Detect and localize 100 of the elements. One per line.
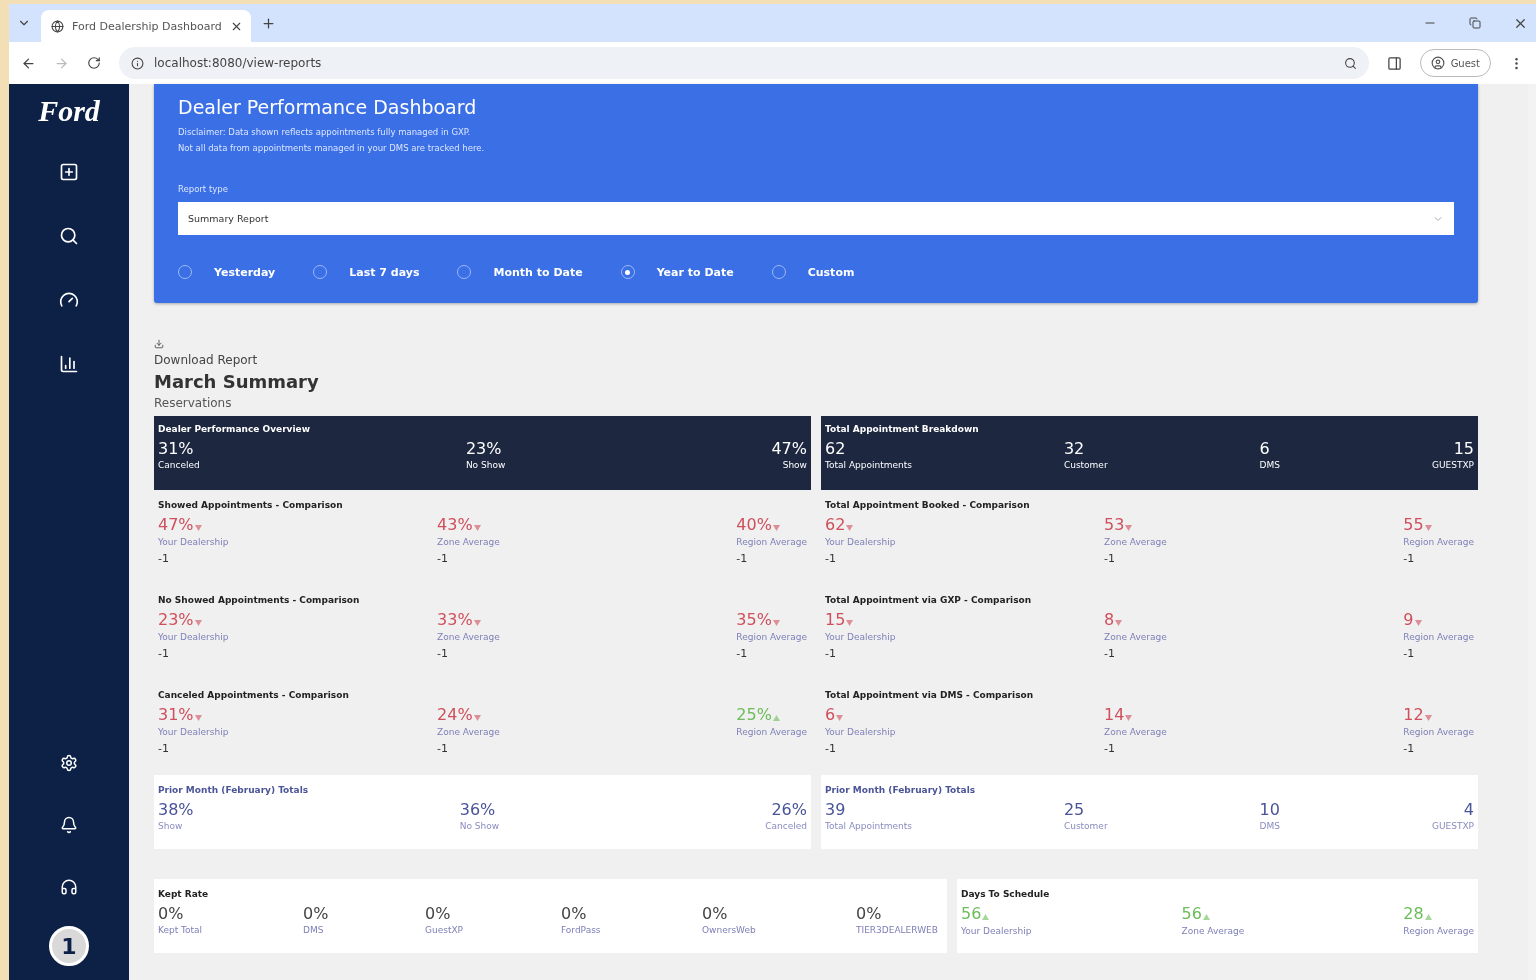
search-icon[interactable] (1343, 56, 1357, 70)
comparison-label: Your Dealership (158, 727, 230, 737)
delta-value: -1 (437, 552, 450, 565)
card-title: Kept Rate (158, 889, 210, 899)
back-icon[interactable] (21, 55, 36, 71)
comparison-label: Region Average (736, 537, 807, 547)
delta-value: -1 (1104, 552, 1117, 565)
bar-chart-icon[interactable] (59, 354, 79, 374)
stat-value: 10 (1259, 800, 1280, 819)
add-icon[interactable] (59, 162, 79, 182)
comparison-value: 43% (437, 515, 473, 534)
days-label: Zone Average (1181, 926, 1246, 936)
settings-icon[interactable] (60, 754, 78, 772)
stat-value: 0% (425, 904, 451, 923)
stat-label: Customer (1063, 821, 1108, 831)
comparison-label: Your Dealership (825, 632, 897, 642)
url-text: localhost:8080/view-reports (154, 56, 323, 70)
date-range-radio[interactable]: Last 7 days (313, 265, 420, 279)
days-label: Region Average (1403, 926, 1474, 936)
comparison-title: Canceled Appointments - Comparison (158, 690, 350, 700)
stat-value: 0% (158, 904, 184, 923)
stat-value: 0% (856, 904, 882, 923)
stat-value: 39 (825, 800, 846, 819)
comparison-label: Your Dealership (825, 727, 897, 737)
comparison-value: 35% (736, 610, 772, 629)
browser-tab[interactable]: Ford Dealership Dashboard (41, 10, 251, 42)
stat-value: 36% (459, 800, 496, 819)
address-bar[interactable]: localhost:8080/view-reports (119, 47, 1369, 79)
delta-value: -1 (825, 742, 837, 755)
card-title: Prior Month (February) Totals (158, 785, 310, 795)
comparison-value: 6 (825, 705, 836, 724)
date-range-radio[interactable]: Yesterday (178, 265, 276, 279)
date-range-radio[interactable]: Custom (771, 265, 855, 279)
comparison-title: No Showed Appointments - Comparison (158, 595, 361, 605)
delta-value: -1 (1104, 742, 1117, 755)
stat-value: 0% (303, 904, 329, 923)
delta-value: -1 (1403, 647, 1416, 660)
comparison-value: 47% (158, 515, 194, 534)
bell-icon[interactable] (60, 816, 78, 834)
stat-value: 62 (825, 439, 846, 458)
stat-label: No Show (465, 460, 506, 470)
stat-label: DMS (303, 925, 324, 935)
comparison-value: 14 (1104, 705, 1125, 724)
comparison-title: Total Appointment via GXP - Comparison (825, 595, 1033, 605)
avatar[interactable]: 1 (49, 926, 89, 966)
stat-value: 31% (158, 439, 194, 458)
reload-icon[interactable] (87, 56, 101, 70)
stat-value: 26% (771, 800, 807, 819)
stat-value: 38% (158, 800, 194, 819)
delta-value: -1 (736, 647, 749, 660)
globe-icon (51, 19, 64, 33)
delta-value: -1 (736, 552, 749, 565)
comparison-title: Total Appointment via DMS - Comparison (825, 690, 1035, 700)
comparison-label: Region Average (1403, 632, 1474, 642)
tab-title: Ford Dealership Dashboard (72, 19, 222, 33)
stat-label: Show (782, 460, 807, 470)
card-title: Prior Month (February) Totals (825, 785, 977, 795)
days-value: 56 (961, 904, 982, 923)
delta-value: -1 (158, 742, 170, 755)
date-range-radio[interactable]: Year to Date (620, 265, 734, 279)
date-range-radio[interactable]: Month to Date (457, 265, 583, 279)
comparison-value: 53 (1104, 515, 1125, 534)
headset-icon[interactable] (60, 878, 78, 896)
comparison-label: Zone Average (1104, 632, 1168, 642)
days-label: Your Dealership (961, 926, 1033, 936)
comparison-value: 9 (1403, 610, 1414, 629)
stat-label: TIER3DEALERWEB (856, 925, 938, 935)
comparison-value: 15 (825, 610, 846, 629)
comparison-label: Zone Average (437, 727, 501, 737)
profile-button[interactable]: Guest (1419, 49, 1491, 77)
comparison-value: 62 (825, 515, 846, 534)
comparison-value: 31% (158, 705, 194, 724)
report-type-select[interactable]: Summary Report (178, 202, 1454, 235)
comparison-value: 25% (736, 705, 772, 724)
download-link[interactable]: Download Report (154, 353, 258, 367)
new-tab-icon[interactable] (261, 15, 276, 31)
comparison-value: 23% (158, 610, 194, 629)
side-panel-icon[interactable] (1386, 55, 1402, 71)
days-value: 56 (1181, 904, 1202, 923)
comparison-label: Region Average (1403, 537, 1474, 547)
comparison-value: 12 (1403, 705, 1424, 724)
stat-label: FordPass (561, 925, 601, 935)
dashboard-title: Dealer Performance Dashboard (178, 96, 478, 118)
gauge-icon[interactable] (59, 290, 79, 310)
restore-icon[interactable] (1469, 17, 1481, 29)
delta-value: -1 (158, 647, 170, 660)
logo: Ford (38, 94, 100, 128)
comparison-label: Zone Average (1104, 537, 1168, 547)
comparison-title: Total Appointment Booked - Comparison (825, 500, 1031, 510)
delta-value: -1 (158, 552, 170, 565)
delta-value: -1 (437, 742, 450, 755)
user-icon (1430, 56, 1445, 70)
stat-value: 4 (1463, 800, 1474, 819)
stat-value: 23% (465, 439, 502, 458)
stat-label: GuestXP (425, 925, 464, 935)
comparison-label: Your Dealership (158, 632, 230, 642)
comparison-label: Your Dealership (825, 537, 897, 547)
download-icon[interactable] (154, 339, 164, 349)
stat-label: GUESTXP (1431, 460, 1474, 470)
search-icon[interactable] (59, 226, 79, 246)
